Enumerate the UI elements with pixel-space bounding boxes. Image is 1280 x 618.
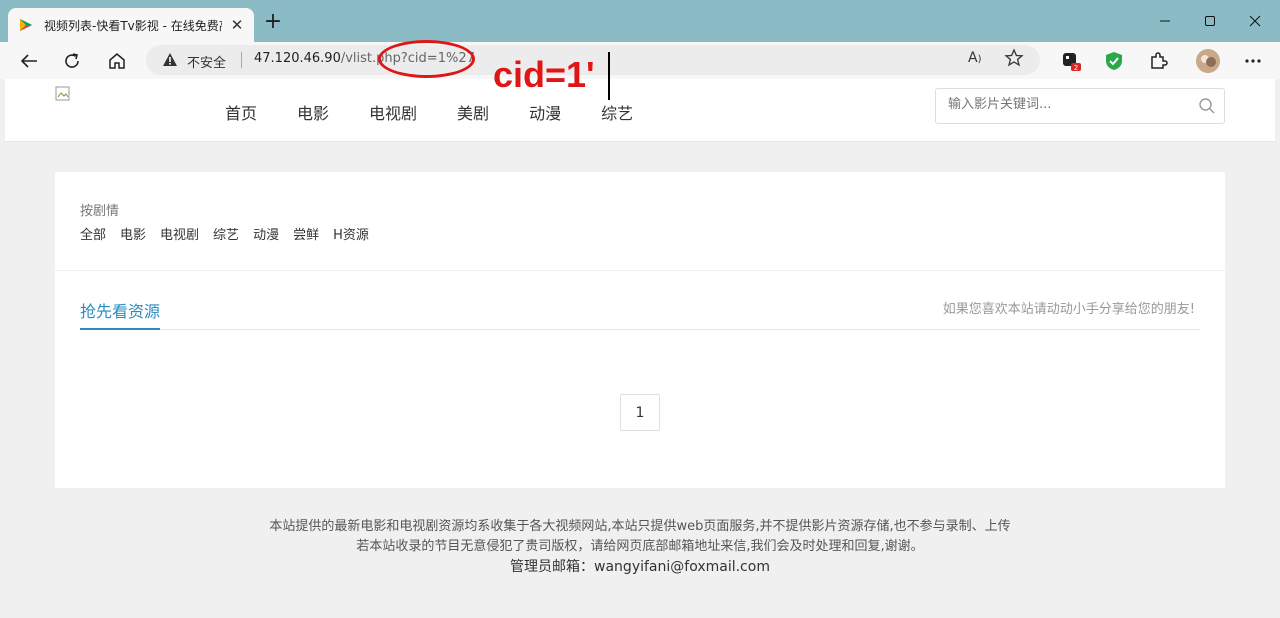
nav-item-us-drama[interactable]: 美剧 xyxy=(457,100,489,124)
footer: 本站提供的最新电影和电视剧资源均系收集于各大视频网站,本站只提供web页面服务,… xyxy=(265,517,1015,577)
footer-copyright-notice: 若本站收录的节目无意侵犯了贵司版权，请给网页底部邮箱地址来信,我们会及时处理和回… xyxy=(356,539,924,554)
security-label[interactable]: 不安全 xyxy=(187,52,226,71)
annotation-text: cid=1' xyxy=(493,54,595,95)
nav-item-variety[interactable]: 综艺 xyxy=(601,100,633,124)
read-aloud-icon[interactable]: A) xyxy=(968,50,981,66)
search-input[interactable] xyxy=(948,97,1188,112)
warning-triangle-icon[interactable] xyxy=(162,52,178,71)
extensions-puzzle-icon[interactable] xyxy=(1145,48,1171,74)
section-divider xyxy=(160,329,1200,330)
filter-all[interactable]: 全部 xyxy=(80,224,106,243)
filter-list: 全部 电影 电视剧 综艺 动漫 尝鲜 H资源 xyxy=(80,224,383,243)
nav-item-home[interactable]: 首页 xyxy=(225,100,257,124)
nav-item-anime[interactable]: 动漫 xyxy=(529,100,561,124)
footer-admin-email: 管理员邮箱：wangyifani@foxmail.com xyxy=(510,559,770,575)
nav-item-movies[interactable]: 电影 xyxy=(297,100,329,124)
search-box xyxy=(935,88,1225,124)
minimize-icon[interactable] xyxy=(1150,8,1180,34)
tab-title: 视频列表-快看Tv影视 - 在线免费高 xyxy=(44,18,222,33)
extension-badge: 2 xyxy=(1074,64,1078,72)
share-text: 如果您喜欢本站请动动小手分享给您的朋友! xyxy=(942,302,1195,317)
section-title: 抢先看资源 xyxy=(80,302,161,321)
profile-avatar[interactable] xyxy=(1195,48,1221,74)
filter-h-resources[interactable]: H资源 xyxy=(333,224,369,243)
content-card: 按剧情 全部 电影 电视剧 综艺 动漫 尝鲜 H资源 抢先看资源 如果您喜欢本站… xyxy=(55,172,1225,488)
broken-logo-image[interactable] xyxy=(55,86,71,102)
site-header: 首页 电影 电视剧 美剧 动漫 综艺 xyxy=(5,79,1275,142)
annotation-red-ellipse xyxy=(378,40,475,78)
main-nav: 首页 电影 电视剧 美剧 动漫 综艺 xyxy=(225,100,673,124)
browser-toolbar: 不安全 47.120.46.90/vlist.php?cid=1%27 A) 2 xyxy=(0,42,1280,79)
card-divider xyxy=(55,270,1225,271)
address-separator xyxy=(241,52,242,68)
nav-item-tv[interactable]: 电视剧 xyxy=(369,100,417,124)
footer-disclaimer: 本站提供的最新电影和电视剧资源均系收集于各大视频网站,本站只提供web页面服务,… xyxy=(269,519,1011,534)
maximize-icon[interactable] xyxy=(1195,8,1225,34)
filter-early-access[interactable]: 尝鲜 xyxy=(293,224,319,243)
filter-tv[interactable]: 电视剧 xyxy=(160,224,199,243)
url-host: 47.120.46.90 xyxy=(254,51,341,66)
extension-game-icon[interactable]: 2 xyxy=(1058,48,1084,74)
text-cursor xyxy=(608,52,610,100)
filter-variety[interactable]: 综艺 xyxy=(213,224,239,243)
filter-anime[interactable]: 动漫 xyxy=(253,224,279,243)
home-icon[interactable] xyxy=(104,48,130,74)
section-title-underline xyxy=(80,328,160,330)
filter-movies[interactable]: 电影 xyxy=(120,224,146,243)
favorite-star-icon[interactable] xyxy=(1004,48,1024,72)
tab-close-icon[interactable]: ✕ xyxy=(228,16,246,34)
browser-tab-active[interactable]: 视频列表-快看Tv影视 - 在线免费高 ✕ xyxy=(8,8,254,42)
search-icon[interactable] xyxy=(1198,97,1216,119)
shield-extension-icon[interactable] xyxy=(1101,48,1127,74)
window-close-icon[interactable] xyxy=(1240,8,1270,34)
browser-tabstrip: 视频列表-快看Tv影视 - 在线免费高 ✕ + xyxy=(0,0,1280,42)
new-tab-plus-icon[interactable]: + xyxy=(262,11,284,34)
refresh-icon[interactable] xyxy=(59,48,85,74)
more-menu-icon[interactable] xyxy=(1240,48,1266,74)
pagination-page-1[interactable]: 1 xyxy=(620,394,660,431)
filter-title: 按剧情 xyxy=(80,204,120,219)
play-favicon-icon xyxy=(18,17,34,33)
back-arrow-icon[interactable] xyxy=(16,48,42,74)
